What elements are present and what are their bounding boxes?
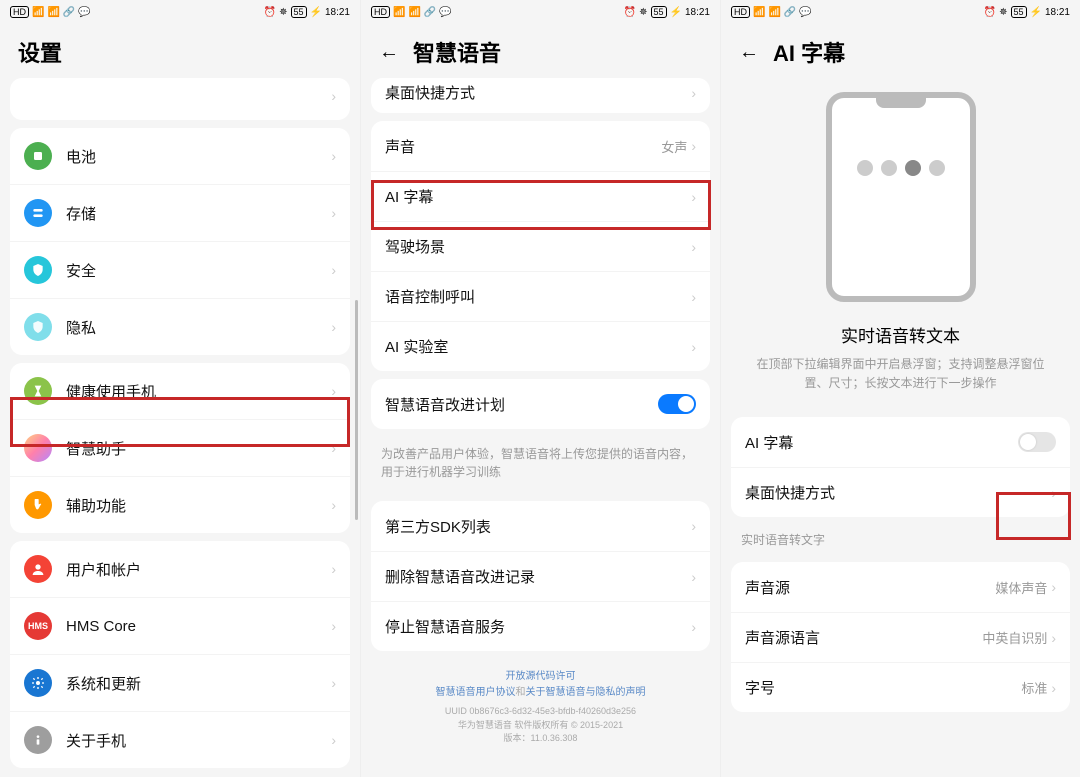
improve-desc: 为改善产品用户体验，智慧语音将上传您提供的语音内容，用于进行机器学习训练 — [361, 437, 720, 493]
scrollbar[interactable] — [355, 300, 358, 520]
chevron-right-icon: › — [1051, 485, 1056, 501]
storage-icon — [24, 199, 52, 227]
link-agreement[interactable]: 智慧语音用户协议 — [436, 687, 516, 698]
footer-info: UUID 0b8676c3-6d32-45e3-bfdb-f40260d3e25… — [361, 705, 720, 756]
row-hms[interactable]: HMSHMS Core› — [10, 597, 350, 654]
page-header: ← 智慧语音 — [361, 24, 720, 78]
group-toggle: AI 字幕 桌面快捷方式› — [731, 417, 1070, 517]
info-icon — [24, 726, 52, 754]
row-health[interactable]: 健康使用手机› — [10, 363, 350, 419]
group-1: › — [10, 78, 350, 120]
row-audio-lang[interactable]: 声音源语言中英自识别› — [731, 612, 1070, 662]
battery-icon — [24, 142, 52, 170]
row-ai-subtitle[interactable]: AI 字幕› — [371, 171, 710, 221]
chevron-right-icon: › — [331, 205, 336, 221]
chevron-right-icon: › — [691, 138, 696, 154]
chevron-right-icon: › — [691, 289, 696, 305]
chevron-right-icon: › — [691, 518, 696, 534]
page-title: 智慧语音 — [413, 36, 501, 68]
row-smartassist[interactable]: 智慧助手› — [10, 419, 350, 476]
group-system: 电池› 存储› 安全› 隐私› — [10, 128, 350, 355]
chevron-right-icon: › — [331, 732, 336, 748]
group-assist: 健康使用手机› 智慧助手› 辅助功能› — [10, 363, 350, 533]
page-title: AI 字幕 — [773, 36, 845, 68]
row-users[interactable]: 用户和帐户› — [10, 541, 350, 597]
page-title: 设置 — [18, 36, 62, 68]
chevron-right-icon: › — [691, 189, 696, 205]
row-driving[interactable]: 驾驶场景› — [371, 221, 710, 271]
row-desktop-shortcut[interactable]: 桌面快捷方式› — [371, 78, 710, 113]
row-security[interactable]: 安全› — [10, 241, 350, 298]
chevron-right-icon: › — [331, 561, 336, 577]
row-font-size[interactable]: 字号标准› — [731, 662, 1070, 712]
row-partial[interactable]: › — [10, 78, 350, 120]
assist-icon — [24, 434, 52, 462]
row-about[interactable]: 关于手机› — [10, 711, 350, 768]
hand-icon — [24, 491, 52, 519]
row-sysupdate[interactable]: 系统和更新› — [10, 654, 350, 711]
row-audio-source[interactable]: 声音源媒体声音› — [731, 562, 1070, 612]
link-opensource[interactable]: 开放源代码许可 — [381, 669, 700, 685]
row-ai-lab[interactable]: AI 实验室› — [371, 321, 710, 371]
row-stop-service[interactable]: 停止智慧语音服务› — [371, 601, 710, 651]
row-battery[interactable]: 电池› — [10, 128, 350, 184]
user-icon — [24, 555, 52, 583]
chevron-right-icon: › — [691, 569, 696, 585]
section-label-realtime: 实时语音转文字 — [721, 525, 1080, 554]
chevron-right-icon: › — [331, 440, 336, 456]
row-voice[interactable]: 声音女声› — [371, 121, 710, 171]
screen-ai-subtitle: HD📶📶🔗💬 ⏰✵55⚡18:21 ← AI 字幕 实时语音转文本 在顶部下拉编… — [720, 0, 1080, 777]
promo-title: 实时语音转文本 — [721, 322, 1080, 347]
toggle-ai-subtitle[interactable] — [1018, 432, 1056, 452]
row-improve-plan[interactable]: 智慧语音改进计划 — [371, 379, 710, 429]
row-desktop-shortcut[interactable]: 桌面快捷方式› — [731, 467, 1070, 517]
toggle-improve[interactable] — [658, 394, 696, 414]
row-privacy[interactable]: 隐私› — [10, 298, 350, 355]
status-bar: HD📶📶🔗💬 ⏰✵55⚡18:21 — [361, 0, 720, 24]
chevron-right-icon: › — [691, 339, 696, 355]
chevron-right-icon: › — [691, 619, 696, 635]
chevron-right-icon: › — [331, 497, 336, 513]
back-icon[interactable]: ← — [739, 41, 759, 64]
phone-illustration — [826, 92, 976, 302]
lock-icon — [24, 313, 52, 341]
chevron-right-icon: › — [1051, 579, 1056, 595]
row-sdk[interactable]: 第三方SDK列表› — [371, 501, 710, 551]
hms-icon: HMS — [24, 612, 52, 640]
chevron-right-icon: › — [331, 148, 336, 164]
chevron-right-icon: › — [1051, 680, 1056, 696]
group-shortcut: 桌面快捷方式› — [371, 78, 710, 113]
hourglass-icon — [24, 377, 52, 405]
row-ai-subtitle-toggle[interactable]: AI 字幕 — [731, 417, 1070, 467]
chevron-right-icon: › — [691, 85, 696, 101]
chevron-right-icon: › — [691, 239, 696, 255]
chevron-right-icon: › — [331, 675, 336, 691]
back-icon[interactable]: ← — [379, 41, 399, 64]
promo-desc: 在顶部下拉编辑界面中开启悬浮窗；支持调整悬浮窗位置、尺寸；长按文本进行下一步操作 — [721, 347, 1080, 409]
chevron-right-icon: › — [331, 383, 336, 399]
gear-icon — [24, 669, 52, 697]
group-improve: 智慧语音改进计划 — [371, 379, 710, 429]
screen-smartvoice: HD📶📶🔗💬 ⏰✵55⚡18:21 ← 智慧语音 桌面快捷方式› 声音女声› A… — [360, 0, 720, 777]
chevron-right-icon: › — [331, 262, 336, 278]
status-bar: HD📶📶🔗💬 ⏰✵55⚡18:21 — [0, 0, 360, 24]
page-header: 设置 — [0, 24, 360, 78]
chevron-right-icon: › — [331, 319, 336, 335]
shield-icon — [24, 256, 52, 284]
group-voice-settings: 声音女声› AI 字幕› 驾驶场景› 语音控制呼叫› AI 实验室› — [371, 121, 710, 371]
group-audio: 声音源媒体声音› 声音源语言中英自识别› 字号标准› — [731, 562, 1070, 712]
page-header: ← AI 字幕 — [721, 24, 1080, 78]
group-management: 第三方SDK列表› 删除智慧语音改进记录› 停止智慧语音服务› — [371, 501, 710, 651]
group-account: 用户和帐户› HMSHMS Core› 系统和更新› 关于手机› — [10, 541, 350, 768]
status-bar: HD📶📶🔗💬 ⏰✵55⚡18:21 — [721, 0, 1080, 24]
row-accessibility[interactable]: 辅助功能› — [10, 476, 350, 533]
row-voice-call[interactable]: 语音控制呼叫› — [371, 271, 710, 321]
link-privacy[interactable]: 关于智慧语音与隐私的声明 — [526, 687, 646, 698]
row-storage[interactable]: 存储› — [10, 184, 350, 241]
chevron-right-icon: › — [1051, 630, 1056, 646]
screen-settings: HD📶📶🔗💬 ⏰✵55⚡18:21 设置 › 电池› 存储› 安全› 隐私› 健… — [0, 0, 360, 777]
footer-links: 开放源代码许可 智慧语音用户协议和关于智慧语音与隐私的声明 — [361, 659, 720, 705]
row-delete-records[interactable]: 删除智慧语音改进记录› — [371, 551, 710, 601]
chevron-right-icon: › — [331, 618, 336, 634]
